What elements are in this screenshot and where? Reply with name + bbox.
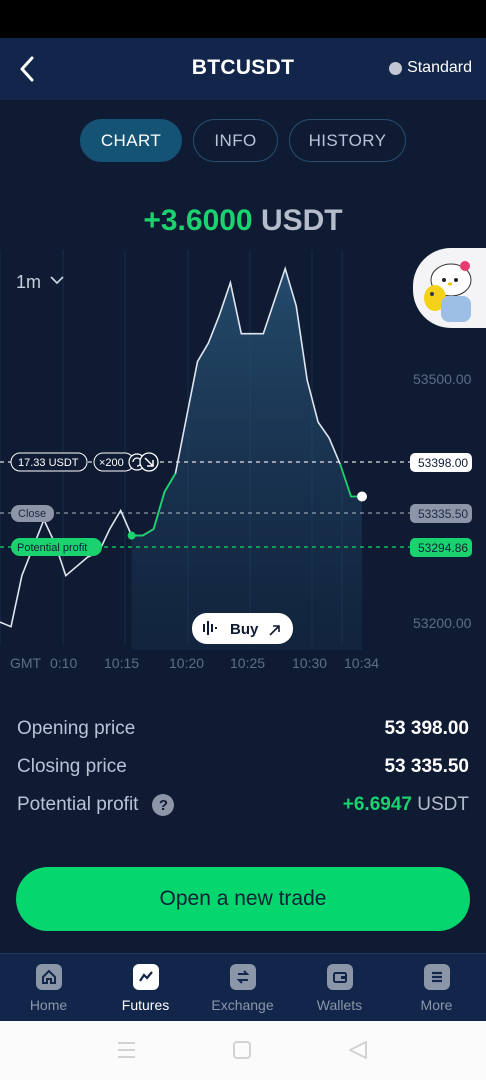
current-profit: +3.6000 USDT [0, 204, 486, 238]
x-tick-label: 10:20 [169, 655, 204, 671]
x-axis: GMT 0:10 10:15 10:20 10:25 10:30 10:34 [10, 655, 379, 671]
price-chart[interactable]: 1m 53500.00 53200.00 17.33 USDT ×200 533… [0, 250, 486, 680]
tab-history[interactable]: HISTORY [289, 119, 406, 162]
close-price-tag: 53335.50 [418, 507, 468, 521]
y-tick-label: 53200.00 [413, 615, 472, 631]
buy-direction-chip[interactable]: Buy [192, 613, 293, 644]
closing-price-value: 53 335.50 [384, 756, 469, 777]
potential-profit-row-label-group: Potential profit ? [17, 794, 175, 816]
trade-amount-label: 17.33 USDT [18, 457, 79, 469]
recent-apps-icon[interactable] [118, 1042, 135, 1058]
home-icon [35, 964, 62, 990]
entry-marker [127, 531, 136, 540]
potential-profit-label: Potential profit [17, 542, 87, 554]
nav-label: Wallets [316, 997, 363, 1013]
trade-details: Opening price 53 398.00 Closing price 53… [17, 714, 469, 828]
opening-price-label: Opening price [17, 718, 136, 739]
sticker-image [424, 261, 472, 322]
y-tick-label: 53500.00 [413, 371, 472, 387]
system-navigation-bar [0, 1021, 486, 1080]
chevron-down-icon [50, 276, 64, 285]
tab-chart[interactable]: CHART [80, 119, 182, 162]
x-tick-label: 10:15 [104, 655, 139, 671]
avatar[interactable] [413, 248, 486, 328]
x-tick-label: 10:30 [292, 655, 327, 671]
account-mode-label: Standard [407, 59, 472, 76]
trade-area-fill [131, 268, 362, 650]
current-profit-currency: USDT [260, 204, 343, 237]
leverage-label: ×200 [99, 457, 124, 469]
back-system-icon[interactable] [349, 1041, 367, 1059]
x-tick-label: 10:25 [230, 655, 265, 671]
nav-item-exchange[interactable]: Exchange [194, 964, 291, 1013]
nav-item-home[interactable]: Home [0, 964, 97, 1013]
tab-info[interactable]: INFO [193, 119, 278, 162]
current-profit-value: +3.6000 [143, 204, 253, 237]
potential-profit-row: Potential profit ? +6.6947 USDT [17, 790, 469, 828]
chart-area [131, 268, 362, 650]
home-system-icon[interactable] [233, 1041, 251, 1059]
nav-item-more[interactable]: More [388, 964, 485, 1013]
nav-item-wallets[interactable]: Wallets [291, 964, 388, 1013]
x-tick-label: GMT [10, 655, 42, 671]
nav-label: Home [29, 997, 68, 1013]
potential-profit-value-group: +6.6947 USDT [343, 794, 469, 816]
potential-profit-row-label: Potential profit [17, 794, 139, 815]
potential-profit-price-tag: 53294.86 [418, 541, 468, 555]
x-tick-label: 10:34 [344, 655, 379, 671]
buy-label: Buy [230, 621, 259, 638]
potential-profit-unit: USDT [417, 794, 469, 815]
current-price-marker [357, 491, 367, 502]
arrow-down-right-icon [139, 452, 159, 472]
open-new-trade-button[interactable]: Open a new trade [16, 867, 470, 931]
opening-price-tag: 53398.00 [418, 456, 468, 470]
system-nav-svg [118, 1041, 367, 1059]
opening-price-row: Opening price 53 398.00 [17, 714, 469, 752]
close-label: Close [18, 508, 46, 520]
help-icon[interactable]: ? [152, 794, 175, 816]
bottom-nav: Home Futures Exchange Wallets More [0, 953, 486, 1021]
closing-price-label: Closing price [17, 756, 127, 777]
timeframe-label: 1m [16, 272, 41, 292]
wallet-icon [326, 964, 353, 990]
status-dot-icon [389, 61, 403, 75]
header: BTCUSDT Standard [0, 38, 486, 100]
exchange-icon [229, 964, 256, 990]
x-tick-label: 0:10 [50, 655, 77, 671]
opening-price-value: 53 398.00 [384, 718, 469, 739]
timeframe-selector[interactable]: 1m [16, 272, 64, 292]
closing-price-row: Closing price 53 335.50 [17, 752, 469, 790]
nav-label: Futures [121, 997, 170, 1013]
tab-bar: CHART INFO HISTORY [0, 119, 486, 163]
status-bar [0, 0, 486, 38]
nav-item-futures[interactable]: Futures [97, 964, 194, 1013]
nav-label: Exchange [211, 997, 274, 1013]
chart-icon [132, 964, 159, 990]
potential-profit-value: +6.6947 [342, 794, 412, 815]
nav-label: More [420, 997, 453, 1013]
account-mode[interactable]: Standard [389, 59, 472, 77]
menu-icon [423, 964, 450, 990]
price-chart-svg: 1m 53500.00 53200.00 17.33 USDT ×200 533… [0, 250, 472, 671]
